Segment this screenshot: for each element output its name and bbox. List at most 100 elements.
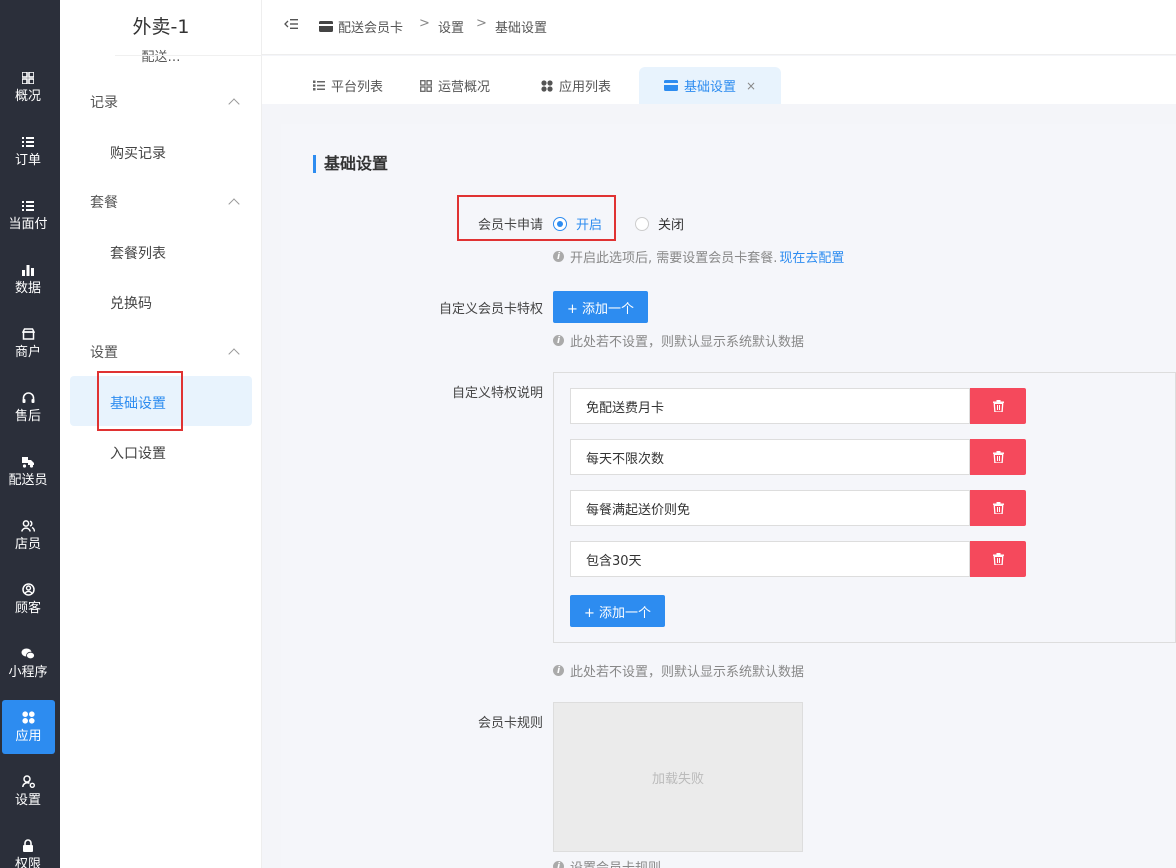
breadcrumb-item-settings[interactable]: 设置 [438, 17, 464, 36]
info-icon: i [553, 665, 564, 676]
breadcrumb-item-basic-settings: 基础设置 [495, 21, 548, 36]
rail-item-staff[interactable]: 店员 [0, 508, 56, 562]
delete-button[interactable] [970, 541, 1026, 577]
rail-item-merchant[interactable]: 商户 [0, 316, 56, 370]
card-icon [319, 21, 333, 32]
list-icon [313, 80, 325, 91]
rail-label: 小程序 [8, 664, 48, 680]
sidebar-group-label: 设置 [90, 345, 118, 361]
radio-off[interactable]: 关闭 [635, 214, 684, 233]
rail-label: 配送员 [8, 472, 48, 488]
rail-item-mini-program[interactable]: 小程序 [0, 636, 56, 690]
hint-text: 此处若不设置，则默认显示系统默认数据 [570, 665, 805, 680]
info-icon: i [553, 861, 564, 868]
rail-label: 当面付 [8, 216, 48, 232]
rules-label: 会员卡规则 [477, 716, 543, 731]
rail-item-customer[interactable]: 顾客 [0, 572, 56, 626]
sidebar-item-entry-settings[interactable]: 入口设置 [110, 443, 166, 463]
radio-dot [635, 216, 649, 231]
delete-button[interactable] [970, 388, 1026, 424]
sidebar-group-records[interactable]: 记录 [90, 92, 240, 112]
rules-image-placeholder[interactable]: 加载失败 [553, 702, 803, 852]
tab-label: 平台列表 [331, 80, 384, 95]
delivery-icon [20, 454, 36, 470]
rail-item-orders[interactable]: 订单 [0, 124, 56, 178]
privilege-desc-input[interactable]: 每餐满起送价则免 [570, 490, 970, 526]
sidebar-group-label: 记录 [90, 95, 118, 111]
rail-item-face-pay[interactable]: 当面付 [0, 188, 56, 242]
dashboard-icon [20, 70, 36, 86]
sidebar-group-label: 套餐 [90, 195, 118, 211]
tab-label: 应用列表 [559, 80, 612, 95]
rail-item-apps[interactable]: 应用 [2, 700, 55, 754]
rail-label: 概况 [14, 88, 41, 104]
highlight-box-apply [457, 195, 616, 241]
rules-hint: i 设置会员卡规则 [553, 857, 661, 868]
rail-item-after-sales[interactable]: 售后 [0, 380, 56, 434]
close-icon[interactable]: × [746, 79, 756, 93]
tab-platform-list[interactable]: 平台列表 [313, 67, 383, 104]
configure-link[interactable]: 现在去配置 [779, 247, 844, 266]
customer-icon [20, 582, 36, 598]
tab-label: 基础设置 [683, 80, 736, 95]
add-privilege-desc-button[interactable]: + 添加一个 [570, 595, 665, 627]
section-title: 基础设置 [313, 155, 388, 173]
rail-label: 售后 [14, 408, 41, 424]
rail-label: 订单 [14, 152, 41, 168]
trash-icon [992, 400, 1004, 412]
sidebar-item-purchase-records[interactable]: 购买记录 [110, 143, 166, 163]
rail-label: 应用 [15, 728, 42, 744]
apply-hint: i 开启此选项后, 需要设置会员卡套餐. 现在去配置 [553, 247, 844, 266]
privilege-desc-input[interactable]: 包含30天 [570, 541, 970, 577]
rail-item-settings[interactable]: 设置 [0, 764, 56, 818]
rail-item-permissions[interactable]: 权限 [0, 828, 56, 868]
hint-text: 此处若不设置，则默认显示系统默认数据 [570, 335, 805, 350]
lock-icon [20, 838, 36, 854]
sidebar-item-package-list[interactable]: 套餐列表 [110, 243, 166, 263]
hint-text: 开启此选项后, 需要设置会员卡套餐. [570, 251, 778, 266]
divider [115, 55, 262, 56]
breadcrumb-label: 配送会员卡 [338, 21, 404, 36]
info-icon: i [553, 335, 564, 346]
card-icon [663, 80, 678, 91]
store-name: 外卖-1 [132, 16, 190, 38]
sidebar-group-settings[interactable]: 设置 [90, 342, 240, 362]
chevron-up-icon [228, 98, 240, 110]
rail-label: 数据 [14, 280, 41, 296]
dashboard-icon [420, 79, 432, 92]
privilege-desc-hint: i 此处若不设置，则默认显示系统默认数据 [553, 661, 804, 680]
breadcrumb-separator: > [476, 16, 487, 31]
trash-icon [992, 553, 1004, 565]
privilege-desc-input[interactable]: 每天不限次数 [570, 439, 970, 475]
collapse-menu-icon[interactable] [284, 18, 298, 34]
rail-item-overview[interactable]: 概况 [0, 60, 56, 114]
rail-label: 店员 [14, 536, 41, 552]
delete-button[interactable] [970, 439, 1026, 475]
sidebar-group-packages[interactable]: 套餐 [90, 192, 240, 212]
add-privilege-button[interactable]: + 添加一个 [553, 291, 648, 323]
tab-app-list[interactable]: 应用列表 [541, 67, 611, 104]
tab-label: 运营概况 [438, 80, 491, 95]
info-icon: i [553, 251, 564, 262]
rail-item-courier[interactable]: 配送员 [0, 444, 56, 498]
main-nav-rail: 概况 订单 当面付 数据 商户 售后 配送员 店员 顾客 小程序 应用 设置 权… [0, 0, 60, 868]
tab-basic-settings[interactable]: 基础设置 × [639, 67, 781, 104]
sidebar-item-redeem-code[interactable]: 兑换码 [110, 293, 152, 313]
breadcrumb-item-member-card[interactable]: 配送会员卡 [319, 17, 403, 36]
rail-label: 设置 [14, 792, 41, 808]
apps-icon [541, 79, 553, 92]
settings-user-icon [20, 774, 36, 790]
store-icon [20, 326, 36, 342]
privilege-desc-list: 免配送费月卡 每天不限次数 每餐满起送价则免 包含30天 + 添加一个 [553, 372, 1176, 643]
delete-button[interactable] [970, 490, 1026, 526]
privilege-desc-input[interactable]: 免配送费月卡 [570, 388, 970, 424]
rail-item-data[interactable]: 数据 [0, 252, 56, 306]
list-icon [20, 198, 36, 214]
main-panel: 基础设置 会员卡申请 开启 关闭 i 开启此选项后, 需要设置会员卡套餐. 现在… [281, 124, 1176, 868]
highlight-box-sidebar [97, 371, 183, 431]
apps-icon [21, 710, 37, 726]
tab-operations-overview[interactable]: 运营概况 [420, 67, 490, 104]
radio-label: 关闭 [658, 218, 685, 233]
top-bar: 配送会员卡 > 设置 > 基础设置 [262, 0, 1176, 55]
hint-text: 设置会员卡规则 [570, 857, 661, 868]
